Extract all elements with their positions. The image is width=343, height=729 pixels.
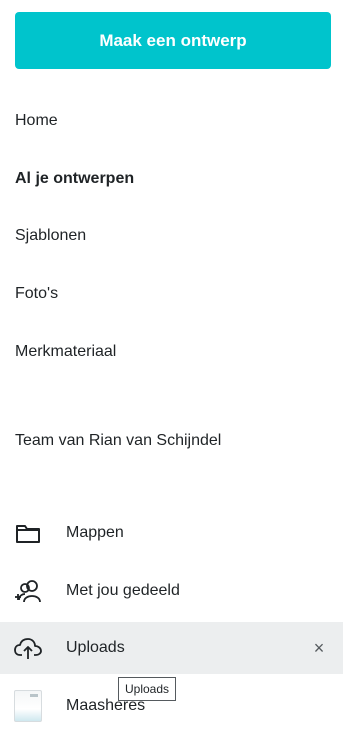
close-icon[interactable]: × [310, 638, 328, 658]
nav-item-photos[interactable]: Foto's [15, 284, 58, 304]
folder-label: Met jou gedeeld [66, 582, 180, 599]
folder-row-mappen[interactable]: Mappen [0, 507, 343, 559]
nav-item-templates[interactable]: Sjablonen [15, 226, 86, 246]
folder-icon [14, 519, 42, 547]
cloud-upload-icon [14, 634, 42, 662]
folder-row-shared[interactable]: Met jou gedeeld [0, 565, 343, 617]
uploads-tooltip: Uploads [118, 677, 177, 701]
nav-item-brand-kit[interactable]: Merkmateriaal [15, 342, 116, 362]
folder-label: Mappen [66, 524, 124, 541]
thumbnail-image [14, 690, 42, 722]
team-name[interactable]: Team van Rian van Schijndel [15, 431, 221, 451]
nav-item-home[interactable]: Home [15, 111, 58, 131]
design-thumbnail [14, 690, 42, 722]
shared-users-icon [14, 577, 42, 605]
nav-item-all-designs[interactable]: Al je ontwerpen [15, 169, 134, 189]
folder-row-uploads[interactable]: Uploads × [0, 622, 343, 674]
sidebar: Maak een ontwerp Home Al je ontwerpen Sj… [0, 0, 343, 729]
create-design-button[interactable]: Maak een ontwerp [15, 12, 331, 69]
folder-label: Uploads [66, 639, 125, 656]
